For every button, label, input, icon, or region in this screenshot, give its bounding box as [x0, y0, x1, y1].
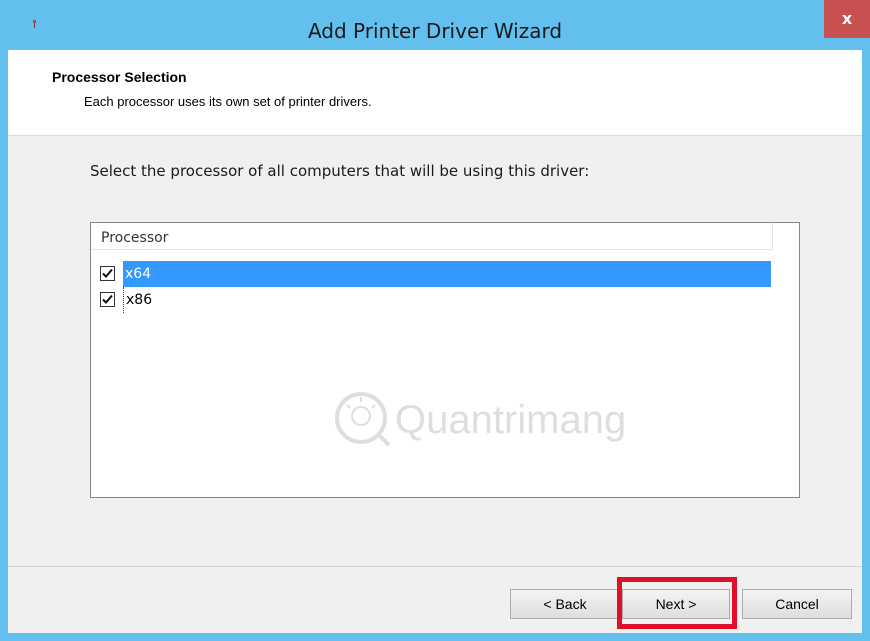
page-subtitle: Each processor uses its own set of print… [84, 94, 372, 109]
back-button[interactable]: < Back [510, 589, 620, 619]
next-button-highlight [617, 577, 737, 629]
list-item-x86[interactable]: x86 [91, 285, 771, 313]
wizard-window: Add Printer Driver Wizard x Processor Se… [0, 0, 870, 641]
checkbox-x86[interactable] [100, 292, 115, 307]
footer-divider [8, 566, 862, 567]
list-item-label: x64 [123, 261, 154, 287]
wizard-body: Processor Selection Each processor uses … [8, 50, 862, 633]
list-item-label: x86 [123, 287, 154, 313]
watermark-logo: Quantrimang [335, 392, 626, 447]
title-bar[interactable]: Add Printer Driver Wizard x [0, 0, 870, 50]
processor-list[interactable]: Processor x64 x86 Quantrimang [90, 222, 800, 498]
cancel-button[interactable]: Cancel [742, 589, 852, 619]
instruction-text: Select the processor of all computers th… [90, 162, 590, 180]
page-title: Processor Selection [52, 69, 187, 85]
checkmark-icon [102, 268, 113, 278]
column-header-processor[interactable]: Processor [91, 223, 773, 250]
list-item-x64[interactable]: x64 [91, 259, 771, 287]
close-button[interactable]: x [824, 0, 870, 38]
wizard-header: Processor Selection Each processor uses … [8, 50, 862, 136]
checkbox-x64[interactable] [100, 266, 115, 281]
checkmark-icon [102, 294, 113, 304]
window-title: Add Printer Driver Wizard [307, 19, 563, 43]
selection-highlight [125, 261, 771, 287]
watermark-text: Quantrimang [395, 398, 626, 442]
